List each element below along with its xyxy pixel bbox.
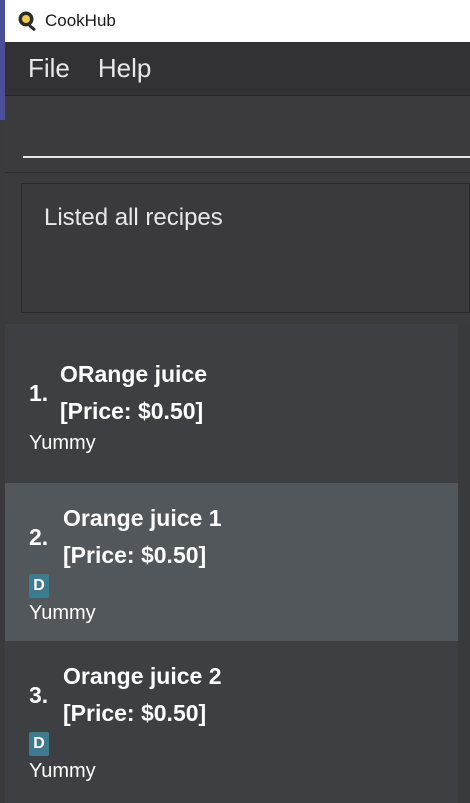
recipe-index: 3. — [29, 682, 49, 708]
recipe-index: 1. — [29, 380, 49, 406]
menu-help[interactable]: Help — [98, 53, 151, 84]
frying-pan-icon — [17, 10, 39, 32]
recipe-card[interactable]: 1. ORange juice [Price: $0.50] Yummy — [5, 324, 458, 483]
recipe-description: Yummy — [29, 602, 96, 624]
recipe-card[interactable]: 3. Orange juice 2 [Price: $0.50] D Yummy — [5, 641, 458, 803]
recipe-tag: D — [29, 732, 49, 756]
recipe-description: Yummy — [29, 760, 96, 782]
recipe-description: Yummy — [29, 432, 96, 454]
command-box — [5, 96, 470, 172]
recipe-price: [Price: $0.50] — [63, 542, 207, 568]
recipe-name: ORange juice — [60, 361, 207, 387]
result-message: Listed all recipes — [44, 204, 223, 231]
result-display-area: Listed all recipes — [5, 172, 470, 323]
title-bar: CookHub — [5, 0, 470, 42]
recipe-price: [Price: $0.50] — [60, 398, 204, 424]
window-title: CookHub — [45, 11, 116, 30]
recipe-name: Orange juice 2 — [63, 663, 222, 689]
recipe-list-scrollbar[interactable] — [458, 324, 470, 803]
recipe-card-selected[interactable]: 2. Orange juice 1 [Price: $0.50] D Yummy — [5, 483, 458, 641]
menu-bar: File Help — [5, 42, 470, 96]
menu-file[interactable]: File — [28, 53, 70, 84]
recipe-name: Orange juice 1 — [63, 505, 222, 531]
recipe-index: 2. — [29, 524, 49, 550]
recipe-price: [Price: $0.50] — [63, 700, 207, 726]
recipe-tag: D — [29, 574, 49, 598]
command-input[interactable] — [23, 118, 470, 158]
result-display: Listed all recipes — [21, 183, 470, 313]
